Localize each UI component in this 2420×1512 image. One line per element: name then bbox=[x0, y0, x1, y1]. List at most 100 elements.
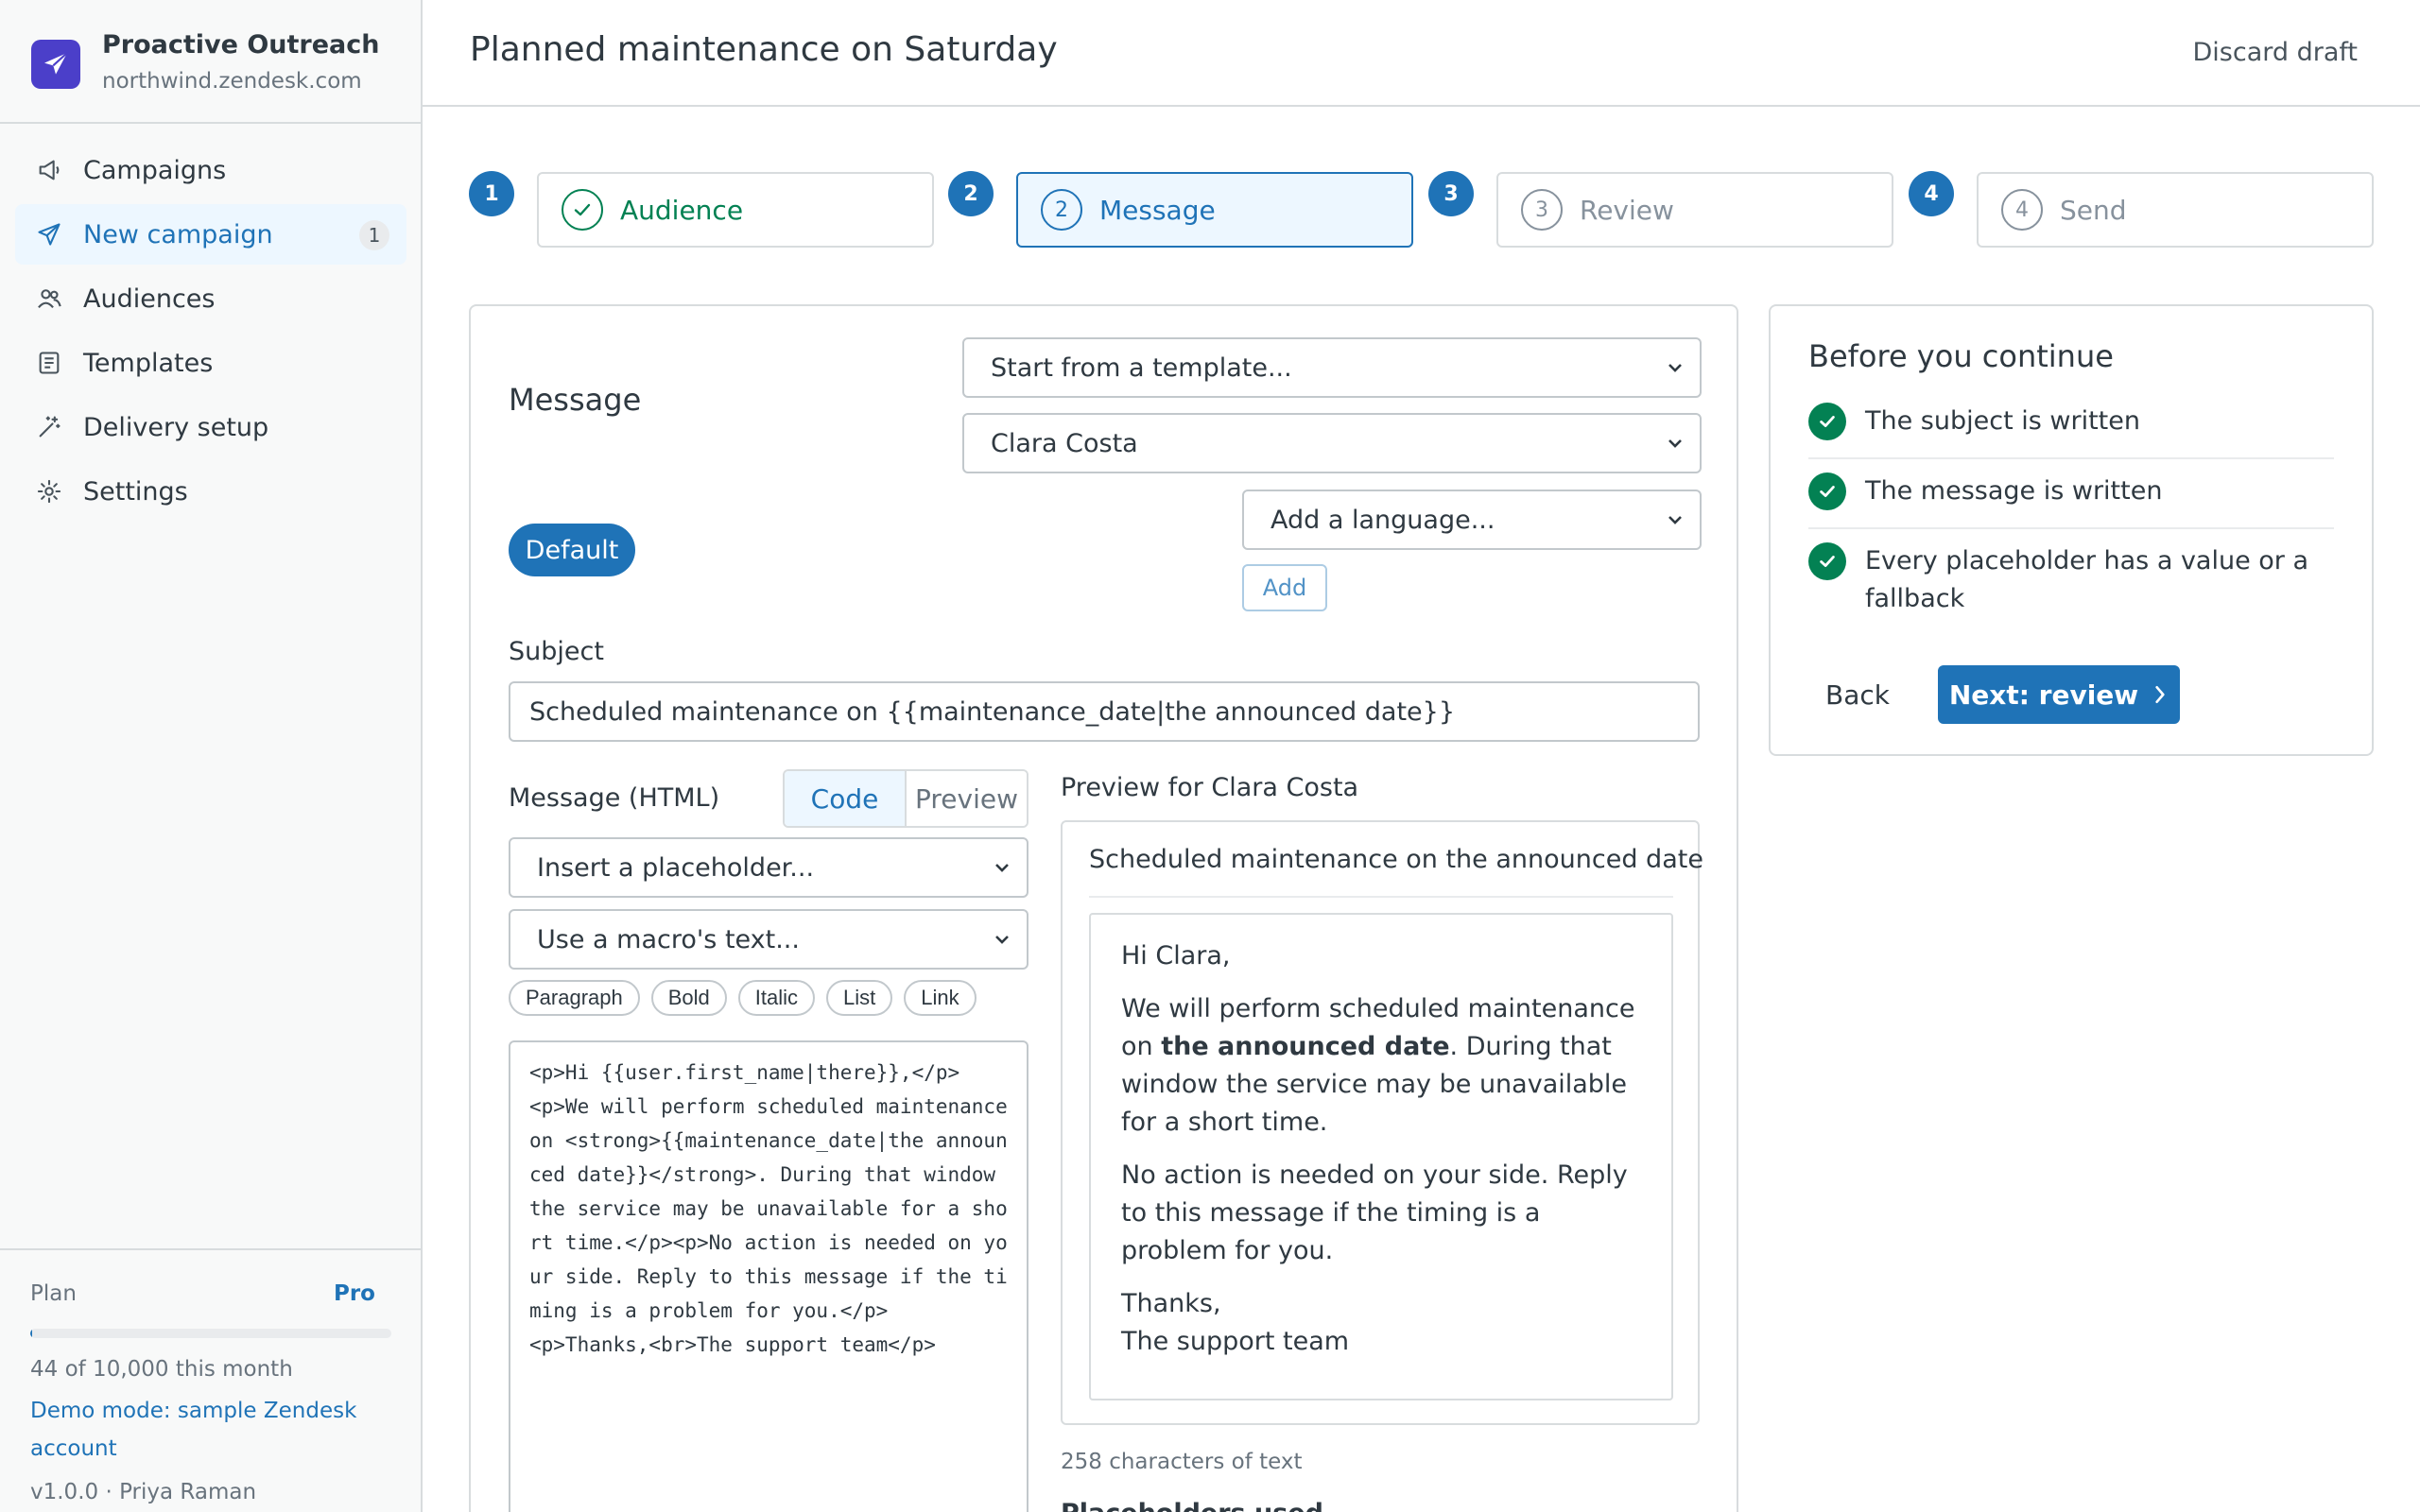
template-select-value: Start from a template... bbox=[991, 352, 1292, 383]
version-user: v1.0.0 · Priya Raman bbox=[30, 1480, 257, 1504]
checklist-item: The subject is written bbox=[1808, 403, 2334, 440]
placeholder-select[interactable]: Insert a placeholder... bbox=[509, 837, 1028, 898]
html-code-editor[interactable]: <p>Hi {{user.first_name|there}},</p> <p>… bbox=[509, 1040, 1028, 1512]
sidebar-item-campaigns[interactable]: Campaigns bbox=[15, 140, 406, 200]
step-number-2: 2 bbox=[948, 171, 994, 216]
message-editor-card: Message Start from a template... Clara C… bbox=[469, 304, 1738, 1512]
format-link-button[interactable]: Link bbox=[904, 980, 977, 1016]
document-icon bbox=[34, 348, 64, 378]
language-select[interactable]: Add a language... bbox=[1242, 490, 1702, 550]
sidebar-nav: Campaigns New campaign 1 Audiences Templ… bbox=[15, 140, 406, 525]
message-html-label: Message (HTML) bbox=[509, 783, 720, 813]
format-bold-button[interactable]: Bold bbox=[650, 980, 727, 1016]
step-inner-number: 2 bbox=[1041, 189, 1082, 231]
subject-label: Subject bbox=[509, 637, 604, 666]
sidebar-item-label: Campaigns bbox=[83, 155, 227, 185]
format-italic-button[interactable]: Italic bbox=[737, 980, 816, 1016]
demo-mode-link[interactable]: Demo mode: sample Zendesk account bbox=[30, 1392, 371, 1468]
preview-greeting: Hi Clara, bbox=[1121, 941, 1231, 971]
checklist-item: Every placeholder has a value or a fallb… bbox=[1808, 542, 2334, 618]
next-review-button[interactable]: Next: review bbox=[1938, 665, 2180, 724]
next-review-label: Next: review bbox=[1948, 679, 2139, 711]
check-circle-icon bbox=[1808, 542, 1846, 580]
recipient-select[interactable]: Clara Costa bbox=[962, 413, 1702, 473]
divider bbox=[1808, 457, 2334, 459]
default-language-button[interactable]: Default bbox=[509, 524, 635, 576]
sidebar-item-delivery-setup[interactable]: Delivery setup bbox=[15, 397, 406, 457]
divider bbox=[1808, 527, 2334, 529]
preview-paragraph: We will perform scheduled maintenance on… bbox=[1121, 990, 1641, 1142]
tab-code[interactable]: Code bbox=[785, 771, 905, 826]
format-list-button[interactable]: List bbox=[826, 980, 893, 1016]
plan-value: Pro bbox=[333, 1281, 375, 1306]
checklist-item-text: The subject is written bbox=[1865, 406, 2140, 436]
preview-label: Preview for Clara Costa bbox=[1061, 773, 1359, 802]
chevron-down-icon bbox=[1668, 439, 1682, 448]
count-badge: 1 bbox=[359, 220, 389, 250]
preview-text: Thanks, bbox=[1121, 1289, 1221, 1318]
sidebar-footer: Plan Pro 44 of 10,000 this month Demo mo… bbox=[0, 1248, 421, 1512]
placeholder-select-value: Insert a placeholder... bbox=[537, 852, 815, 883]
sidebar-item-label: New campaign bbox=[83, 219, 273, 249]
checklist-card: Before you continue The subject is writt… bbox=[1769, 304, 2374, 756]
checklist-item: The message is written bbox=[1808, 472, 2334, 510]
checkmark-icon bbox=[562, 189, 603, 231]
step-number-1: 1 bbox=[469, 171, 514, 216]
recipient-select-value: Clara Costa bbox=[991, 428, 1138, 458]
usage-progress-fill bbox=[30, 1329, 32, 1338]
preview-body: Hi Clara, We will perform scheduled main… bbox=[1089, 913, 1673, 1400]
message-heading: Message bbox=[509, 382, 642, 418]
users-icon bbox=[34, 284, 64, 314]
placeholders-used-heading: Placeholders used bbox=[1061, 1499, 1323, 1512]
sidebar-item-new-campaign[interactable]: New campaign 1 bbox=[15, 204, 406, 265]
brand-header: Proactive Outreach northwind.zendesk.com bbox=[0, 0, 421, 124]
sidebar-item-settings[interactable]: Settings bbox=[15, 461, 406, 522]
preview-subject: Scheduled maintenance on the announced d… bbox=[1089, 845, 1703, 874]
email-preview: Scheduled maintenance on the announced d… bbox=[1061, 820, 1703, 1425]
format-paragraph-button[interactable]: Paragraph bbox=[509, 980, 640, 1016]
check-circle-icon bbox=[1808, 403, 1846, 440]
step-inner-number: 4 bbox=[2001, 189, 2043, 231]
format-toolbar: Paragraph Bold Italic List Link bbox=[509, 980, 977, 1016]
paper-plane-logo-icon bbox=[31, 40, 80, 89]
checklist-title: Before you continue bbox=[1808, 338, 2114, 374]
magic-wand-icon bbox=[34, 412, 64, 442]
add-language-button[interactable]: Add bbox=[1242, 564, 1327, 611]
preview-paragraph: No action is needed on your side. Reply … bbox=[1121, 1160, 1628, 1265]
sidebar-item-label: Delivery setup bbox=[83, 412, 269, 442]
step-audience[interactable]: Audience bbox=[537, 172, 934, 248]
plan-row: Plan Pro bbox=[30, 1281, 375, 1306]
back-button[interactable]: Back bbox=[1808, 665, 1907, 724]
template-select[interactable]: Start from a template... bbox=[962, 337, 1702, 398]
chevron-down-icon bbox=[995, 936, 1009, 944]
step-review[interactable]: 3 Review bbox=[1496, 172, 1893, 248]
discard-draft-button[interactable]: Discard draft bbox=[2193, 38, 2359, 67]
preview-text: The support team bbox=[1121, 1327, 1350, 1356]
code-preview-toggle: Code Preview bbox=[783, 769, 1028, 828]
step-inner-number: 3 bbox=[1521, 189, 1563, 231]
chevron-down-icon bbox=[1668, 516, 1682, 524]
tab-preview[interactable]: Preview bbox=[905, 771, 1027, 826]
page-title: Planned maintenance on Saturday bbox=[470, 30, 1058, 69]
sidebar-item-audiences[interactable]: Audiences bbox=[15, 268, 406, 329]
app-name: Proactive Outreach bbox=[102, 30, 380, 60]
megaphone-icon bbox=[34, 155, 64, 185]
chevron-right-icon bbox=[2155, 685, 2165, 704]
sidebar-item-label: Templates bbox=[83, 348, 214, 378]
usage-progress-bar bbox=[30, 1329, 391, 1338]
sidebar-item-templates[interactable]: Templates bbox=[15, 333, 406, 393]
sidebar-item-label: Settings bbox=[83, 476, 188, 507]
step-number-4: 4 bbox=[1909, 171, 1954, 216]
paper-plane-icon bbox=[34, 219, 64, 249]
character-count: 258 characters of text bbox=[1061, 1450, 1303, 1474]
checklist-item-text: Every placeholder has a value or a fallb… bbox=[1865, 546, 2309, 613]
macro-select[interactable]: Use a macro's text... bbox=[509, 909, 1028, 970]
step-label: Send bbox=[2060, 194, 2127, 226]
subject-input[interactable]: Scheduled maintenance on {{maintenance_d… bbox=[509, 681, 1700, 742]
sidebar: Proactive Outreach northwind.zendesk.com… bbox=[0, 0, 423, 1512]
step-send[interactable]: 4 Send bbox=[1977, 172, 2374, 248]
checklist-item-text: The message is written bbox=[1865, 476, 2163, 506]
step-message[interactable]: 2 Message bbox=[1016, 172, 1413, 248]
divider bbox=[1089, 896, 1673, 898]
preview-bold-date: the announced date bbox=[1161, 1032, 1450, 1061]
